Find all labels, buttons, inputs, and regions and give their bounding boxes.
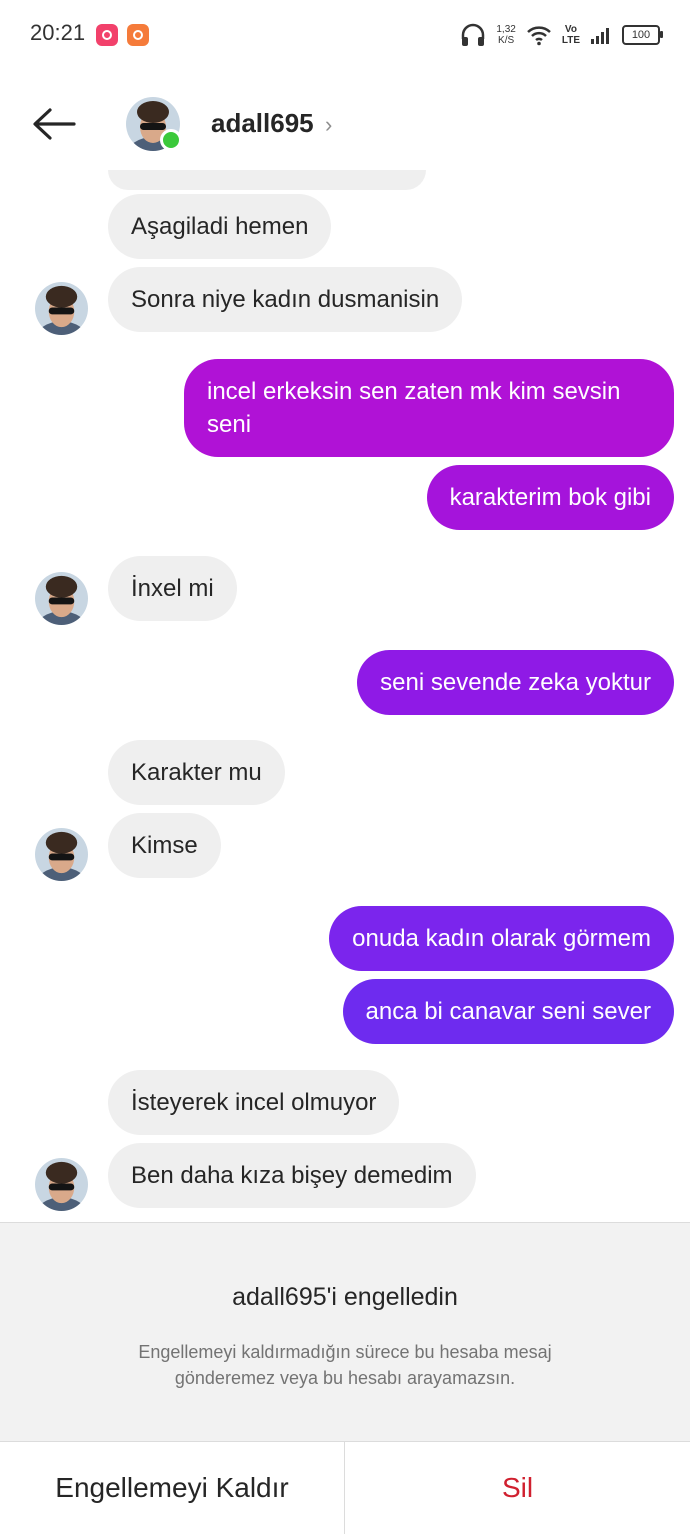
blocked-title: adall695'i engelledin [232,1283,458,1311]
avatar-image [35,1158,88,1211]
message-text: İnxel mi [131,575,214,602]
online-status-dot [160,129,182,151]
message-outgoing[interactable]: incel erkeksin sen zaten mk kim sevsin s… [184,359,674,457]
status-indicators: 1,32 K/S Vo LTE 100 [460,20,663,50]
contact-username[interactable]: adall695 [211,108,314,139]
message-text: Sonra niye kadın dusmanisin [131,286,440,313]
chevron-right-icon[interactable]: › [325,112,332,138]
delete-button[interactable]: Sil [345,1442,690,1534]
back-button[interactable] [30,102,78,146]
message-text: onuda kadın olarak görmem [352,925,651,952]
message-outgoing[interactable]: onuda kadın olarak görmem [329,906,674,971]
message-outgoing[interactable]: anca bi canavar seni sever [342,979,674,1044]
message-incoming[interactable]: İnxel mi [108,556,237,621]
message-incoming[interactable]: İsteyerek incel olmuyor [108,1070,400,1135]
network-speed: 1,32 K/S [496,24,515,46]
app-notification-icon [96,24,118,46]
network-speed-value: 1,32 [496,24,516,35]
sender-avatar[interactable] [35,1158,88,1211]
chat-header: adall695 › [0,80,690,170]
message-text: Karakter mu [131,759,262,786]
message-text: anca bi canavar seni sever [365,998,652,1025]
volte-bottom: LTE [561,35,580,46]
avatar-image [35,282,88,335]
sender-avatar[interactable] [35,572,88,625]
back-arrow-icon [33,108,76,140]
avatar-image [35,572,88,625]
sender-avatar[interactable] [35,828,88,881]
volte-indicator: Vo LTE [562,24,580,46]
message-outgoing[interactable]: seni sevende zeka yoktur [357,650,674,715]
blocked-notice: adall695'i engelledin Engellemeyi kaldır… [0,1222,690,1443]
message-text: Ben daha kıza bişey demedim [131,1162,453,1189]
volte-top: Vo [564,24,577,35]
app-notification-icon-2 [127,24,149,46]
message-text: seni sevende zeka yoktur [380,669,651,696]
blocked-description: Engellemeyi kaldırmadığın sürece bu hesa… [138,1342,552,1388]
message-outgoing[interactable]: karakterim bok gibi [426,465,674,530]
message-incoming[interactable]: Kimse [108,813,221,878]
message-text: Kimse [131,832,198,859]
avatar-image [35,828,88,881]
network-speed-unit: K/S [498,35,515,46]
message-incoming[interactable]: Karakter mu [108,740,285,805]
message-text: İsteyerek incel olmuyor [131,1089,377,1116]
status-bar: 20:21 1,32 K/S Vo LTE 100 [0,0,690,70]
status-time: 20:21 [30,20,86,45]
message-bubble-partial [108,170,426,190]
sender-avatar[interactable] [35,282,88,335]
message-text: karakterim bok gibi [449,484,651,511]
message-thread[interactable]: Aşagiladi hemen Sonra niye kadın dusmani… [0,170,690,1222]
message-text: Aşagiladi hemen [131,213,309,240]
wifi-icon [526,26,551,46]
blocked-actions: Engellemeyi Kaldır Sil [0,1441,690,1534]
message-incoming[interactable]: Aşagiladi hemen [108,194,332,259]
signal-icon [591,28,609,44]
message-incoming[interactable]: Ben daha kıza bişey demedim [108,1143,476,1208]
battery-icon: 100 [622,25,663,45]
message-text: incel erkeksin sen zaten mk kim sevsin s… [207,378,621,438]
message-incoming[interactable]: Sonra niye kadın dusmanisin [108,267,463,332]
unblock-button[interactable]: Engellemeyi Kaldır [0,1442,344,1534]
headphones-icon [462,23,485,46]
